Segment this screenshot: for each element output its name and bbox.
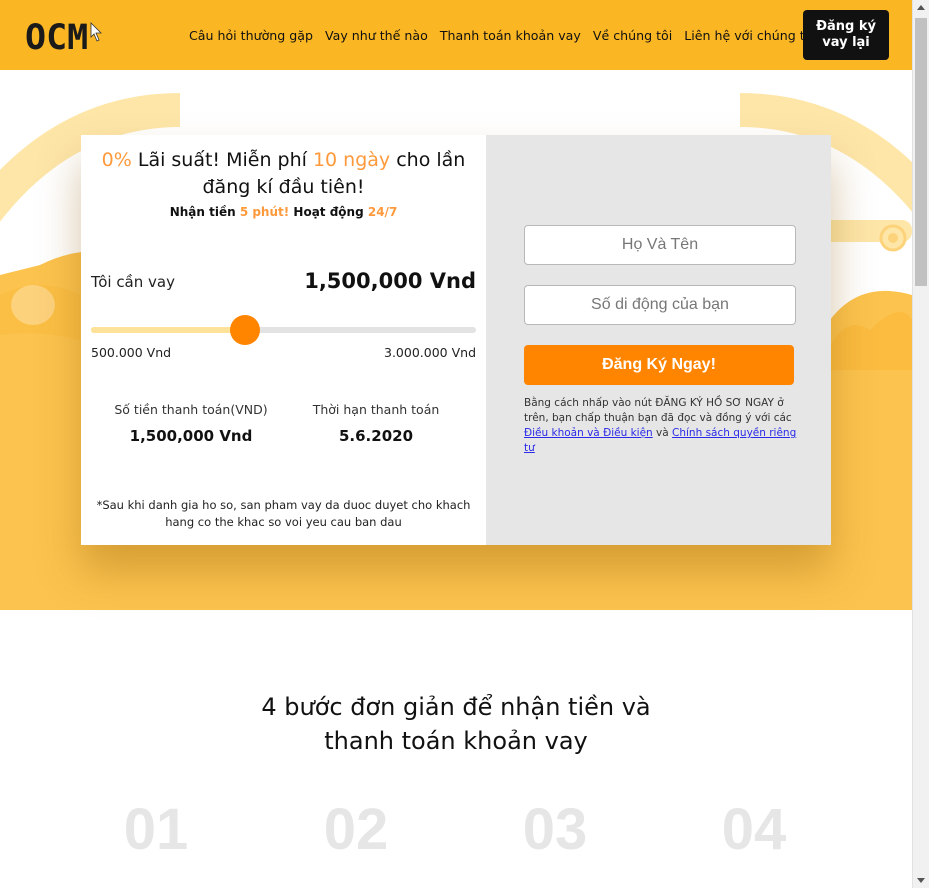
nav-contact[interactable]: Liên hệ với chúng tôi (684, 28, 816, 44)
logo[interactable]: OCM (25, 20, 103, 56)
consent-body: Bằng cách nhấp vào nút ĐĂNG KÝ HỒ SƠ NGA… (524, 397, 792, 424)
logo-text: OCM (25, 18, 89, 58)
cursor-icon (90, 22, 103, 42)
subline-part2: Hoạt động (289, 205, 368, 219)
promo-subline: Nhận tiền 5 phút! Hoạt động 24/7 (81, 205, 486, 219)
slider-min-label: 500.000 Vnd (91, 345, 172, 360)
repayment-term-label: Thời hạn thanh toán (312, 402, 440, 417)
steps-title: 4 bước đơn giản để nhận tiền và thanh to… (0, 690, 912, 758)
repayment-amount: Số tiền thanh toán(VND) 1,500,000 Vnd (101, 402, 281, 445)
promo-headline: 0% Lãi suất! Miễn phí 10 ngày cho lần đă… (81, 147, 486, 201)
slider-handle[interactable] (230, 315, 260, 345)
slider-max-label: 3.000.000 Vnd (384, 345, 476, 360)
nav-how-to-borrow[interactable]: Vay như thế nào (325, 28, 428, 44)
repayment-amount-label: Số tiền thanh toán(VND) (114, 402, 268, 417)
phone-input[interactable] (524, 285, 796, 325)
signup-form: Đăng Ký Ngay! Bằng cách nhấp vào nút ĐĂN… (486, 135, 831, 545)
step-number-2: 02 (323, 797, 389, 862)
terms-link[interactable]: Điều khoản và Điều kiện (524, 427, 653, 439)
scroll-down-arrow-icon[interactable] (917, 878, 925, 883)
register-now-button[interactable]: Đăng Ký Ngay! (524, 345, 794, 385)
repayment-term: Thời hạn thanh toán 5.6.2020 (286, 402, 466, 445)
nav-repayment[interactable]: Thanh toán khoản vay (440, 28, 581, 44)
full-name-input[interactable] (524, 225, 796, 265)
loan-amount-label: Tôi cần vay (91, 273, 175, 291)
disclaimer-note: *Sau khi danh gia ho so, san pham vay da… (96, 498, 471, 529)
days-highlight: 10 ngày (312, 149, 391, 171)
page-scrollbar[interactable] (912, 0, 929, 888)
rate-highlight: 0% (101, 149, 132, 171)
header: OCM Câu hỏi thường gặp Vay như thế nào T… (0, 0, 912, 70)
consent-text: Bằng cách nhấp vào nút ĐĂNG KÝ HỒ SƠ NGA… (524, 396, 799, 456)
hours-highlight: 24/7 (367, 205, 398, 219)
reapply-button[interactable]: Đăng ký vay lại (803, 10, 889, 60)
step-number-4: 04 (721, 797, 787, 862)
consent-and: và (652, 427, 673, 439)
repayment-term-value: 5.6.2020 (338, 427, 414, 445)
slider-fill (91, 327, 245, 333)
scrollbar-thumb[interactable] (915, 18, 927, 286)
loan-card: 0% Lãi suất! Miễn phí 10 ngày cho lần đă… (81, 135, 831, 545)
step-number-1: 01 (123, 797, 189, 862)
steps-title-text: 4 bước đơn giản để nhận tiền và thanh to… (261, 693, 651, 755)
nav-about[interactable]: Về chúng tôi (593, 28, 672, 44)
loan-amount-value: 1,500,000 Vnd (304, 269, 476, 293)
loan-calculator: 0% Lãi suất! Miễn phí 10 ngày cho lần đă… (81, 135, 486, 545)
minutes-highlight: 5 phút! (239, 205, 290, 219)
scroll-up-arrow-icon[interactable] (917, 5, 925, 10)
headline-part1: Lãi suất! Miễn phí (131, 149, 313, 171)
loan-amount-slider[interactable] (91, 315, 476, 345)
step-number-3: 03 (522, 797, 588, 862)
nav-faq[interactable]: Câu hỏi thường gặp (189, 28, 313, 44)
repayment-amount-value: 1,500,000 Vnd (129, 427, 253, 445)
main-nav: Câu hỏi thường gặp Vay như thế nào Thanh… (189, 28, 828, 44)
subline-part1: Nhận tiền (169, 205, 240, 219)
